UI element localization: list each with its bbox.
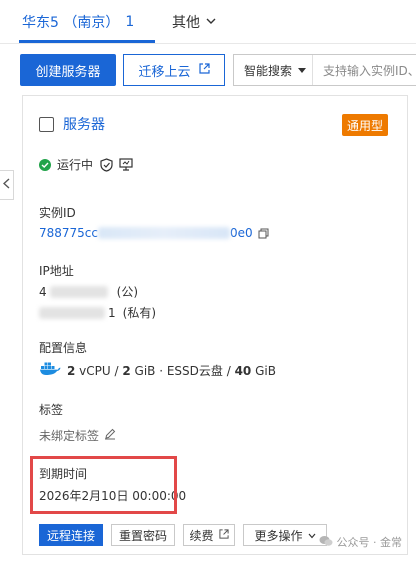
chevron-left-icon bbox=[2, 178, 10, 192]
search-type-select[interactable]: 智能搜索 bbox=[234, 55, 314, 85]
ip-public: 4 (公) bbox=[39, 283, 138, 300]
copy-icon[interactable] bbox=[258, 228, 269, 239]
chevron-down-icon bbox=[308, 528, 316, 542]
more-actions-label: 更多操作 bbox=[254, 528, 303, 543]
redacted-private-ip bbox=[39, 306, 105, 319]
tab-other[interactable]: 其他 bbox=[172, 0, 216, 44]
instance-id-prefix: 788775cc bbox=[39, 226, 99, 240]
region-tabs: 华东5 （南京） 1 其他 bbox=[0, 0, 416, 44]
redacted-instance-id bbox=[98, 227, 231, 239]
instance-id-label: 实例ID bbox=[39, 206, 76, 220]
monitor-icon[interactable] bbox=[119, 158, 133, 172]
tags-text: 未绑定标签 bbox=[39, 429, 100, 443]
migrate-label: 迁移上云 bbox=[138, 64, 191, 80]
tab-region-count: 1 bbox=[125, 14, 135, 30]
expire-highlight-box bbox=[30, 456, 177, 514]
config-cpu-unit: vCPU / bbox=[75, 363, 123, 378]
ip-public-prefix: 4 bbox=[39, 284, 47, 299]
search-input[interactable]: 支持输入实例ID、 bbox=[313, 62, 416, 79]
instance-type-badge: 通用型 bbox=[341, 114, 388, 136]
instance-id-value[interactable]: 788775cc 0e0 bbox=[39, 226, 269, 240]
migrate-to-cloud-button[interactable]: 迁移上云 bbox=[123, 54, 225, 86]
smart-search: 智能搜索 支持输入实例ID、 bbox=[233, 54, 416, 86]
docker-icon bbox=[39, 361, 61, 379]
config-disk: 40 bbox=[234, 363, 252, 378]
tab-other-label: 其他 bbox=[172, 15, 200, 31]
reset-password-button[interactable]: 重置密码 bbox=[111, 524, 175, 546]
tags-value[interactable]: 未绑定标签 bbox=[39, 427, 116, 444]
collapse-panel-button[interactable] bbox=[0, 170, 14, 200]
config-disk-unit: GiB bbox=[251, 363, 276, 378]
remote-connect-button[interactable]: 远程连接 bbox=[39, 524, 103, 546]
ip-public-tag: (公) bbox=[116, 285, 139, 299]
running-check-icon bbox=[39, 158, 51, 171]
tab-region-label: 华东5 （南京） bbox=[22, 15, 120, 31]
external-link-icon bbox=[198, 62, 210, 78]
server-card: 服务器 通用型 运行中 实例ID 788775cc 0e0 IP地址 4 (公)… bbox=[22, 95, 408, 555]
config-mem-unit: GiB · ESSD云盘 / bbox=[130, 363, 235, 378]
redacted-public-ip bbox=[49, 285, 108, 298]
tags-label: 标签 bbox=[39, 403, 64, 417]
external-link-icon bbox=[218, 528, 229, 542]
shield-check-icon[interactable] bbox=[99, 157, 113, 172]
search-type-label: 智能搜索 bbox=[244, 63, 293, 78]
wechat-icon bbox=[319, 535, 333, 549]
ip-private: 1 (私有) bbox=[39, 304, 156, 321]
config-value: 2 vCPU / 2 GiB · ESSD云盘 / 40 GiB bbox=[39, 361, 276, 379]
more-actions-button[interactable]: 更多操作 bbox=[243, 524, 327, 546]
config-label: 配置信息 bbox=[39, 341, 88, 355]
ip-private-suffix: 1 bbox=[108, 305, 116, 320]
renew-label: 续费 bbox=[189, 528, 214, 543]
server-name-link[interactable]: 服务器 bbox=[63, 114, 105, 134]
watermark: 公众号 · 金常 bbox=[319, 534, 403, 550]
ip-label: IP地址 bbox=[39, 264, 74, 278]
watermark-text: 公众号 · 金常 bbox=[336, 536, 403, 549]
instance-id-suffix: 0e0 bbox=[230, 226, 253, 240]
ip-private-tag: (私有) bbox=[122, 306, 157, 320]
chevron-down-icon bbox=[206, 16, 216, 29]
tab-region-nanjing[interactable]: 华东5 （南京） 1 bbox=[22, 0, 134, 44]
create-server-button[interactable]: 创建服务器 bbox=[20, 54, 116, 86]
config-mem: 2 bbox=[122, 363, 131, 378]
active-tab-indicator bbox=[19, 40, 155, 43]
renew-button[interactable]: 续费 bbox=[183, 524, 235, 546]
edit-icon[interactable] bbox=[104, 428, 116, 443]
status-row: 运行中 bbox=[39, 156, 133, 173]
select-checkbox[interactable] bbox=[39, 117, 54, 132]
toolbar: 创建服务器 迁移上云 智能搜索 支持输入实例ID、 bbox=[0, 54, 416, 86]
caret-down-icon bbox=[298, 63, 307, 77]
status-text: 运行中 bbox=[57, 158, 94, 172]
